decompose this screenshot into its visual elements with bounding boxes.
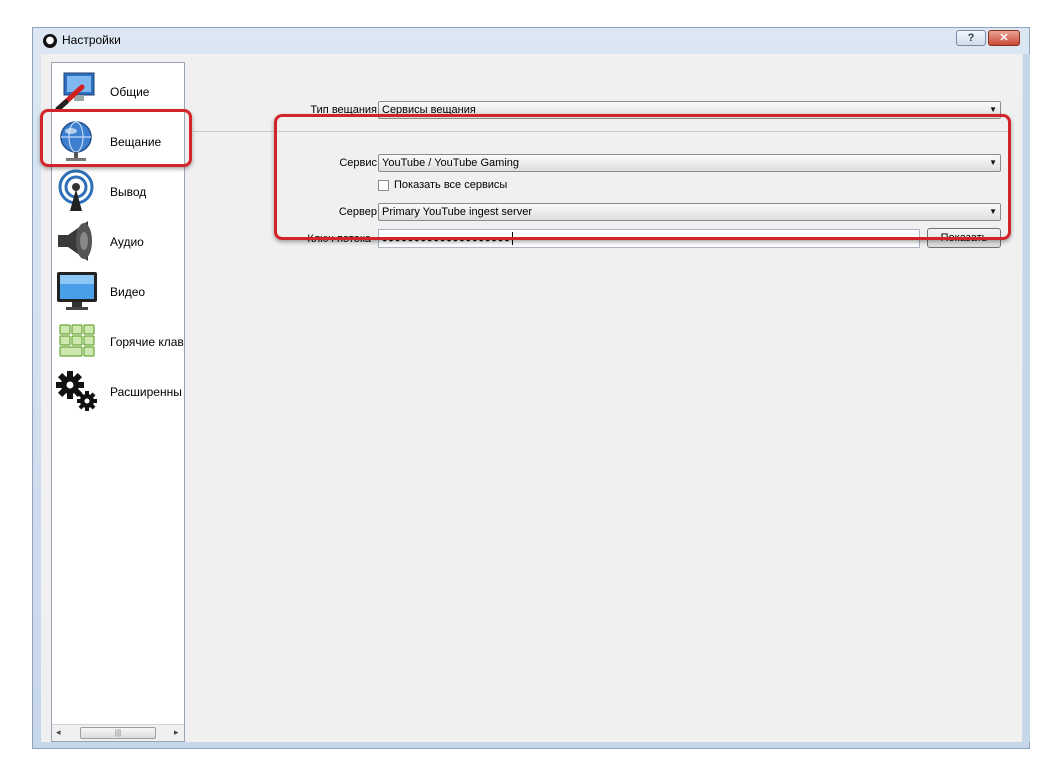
sidebar-item-output[interactable]: Вывод [54,167,184,215]
obs-logo-icon: ● [43,34,57,48]
output-broadcast-icon [58,169,94,211]
speaker-icon [58,221,92,261]
scrollbar-thumb[interactable]: ||| [80,727,156,739]
gears-icon [56,371,97,411]
highlight-stream-tab [40,109,192,167]
window-frame-edge [1023,54,1030,742]
general-icon [55,72,95,112]
sidebar-item-label: Горячие клав [110,335,184,349]
highlight-stream-settings [274,114,1011,240]
scroll-left-icon[interactable]: ◂ [56,727,61,738]
sidebar-item-hotkeys[interactable]: Горячие клав [54,317,184,365]
sidebar-horizontal-scrollbar[interactable]: ◂ ||| ▸ [52,724,184,741]
sidebar-item-video[interactable]: Видео [54,267,184,315]
sidebar-item-label: Вывод [110,185,147,199]
sidebar-item-label: Видео [110,285,146,299]
monitor-icon [57,272,97,310]
close-button[interactable]: ✕ [988,30,1020,46]
window-title: Настройки [62,33,121,47]
scroll-right-icon[interactable]: ▸ [174,727,179,738]
sidebar-item-audio[interactable]: Аудио [54,217,184,265]
help-button[interactable]: ? [956,30,986,46]
sidebar-item-label: Аудио [110,235,144,249]
title-bar: ● Настройки ? ✕ [33,28,1029,54]
sidebar-item-label: Общие [110,85,150,99]
sidebar-item-advanced[interactable]: Расширенны [54,367,184,415]
sidebar-item-general[interactable]: Общие [54,67,184,115]
hotkeys-icon [59,324,95,357]
sidebar-item-label: Расширенны [110,385,182,399]
